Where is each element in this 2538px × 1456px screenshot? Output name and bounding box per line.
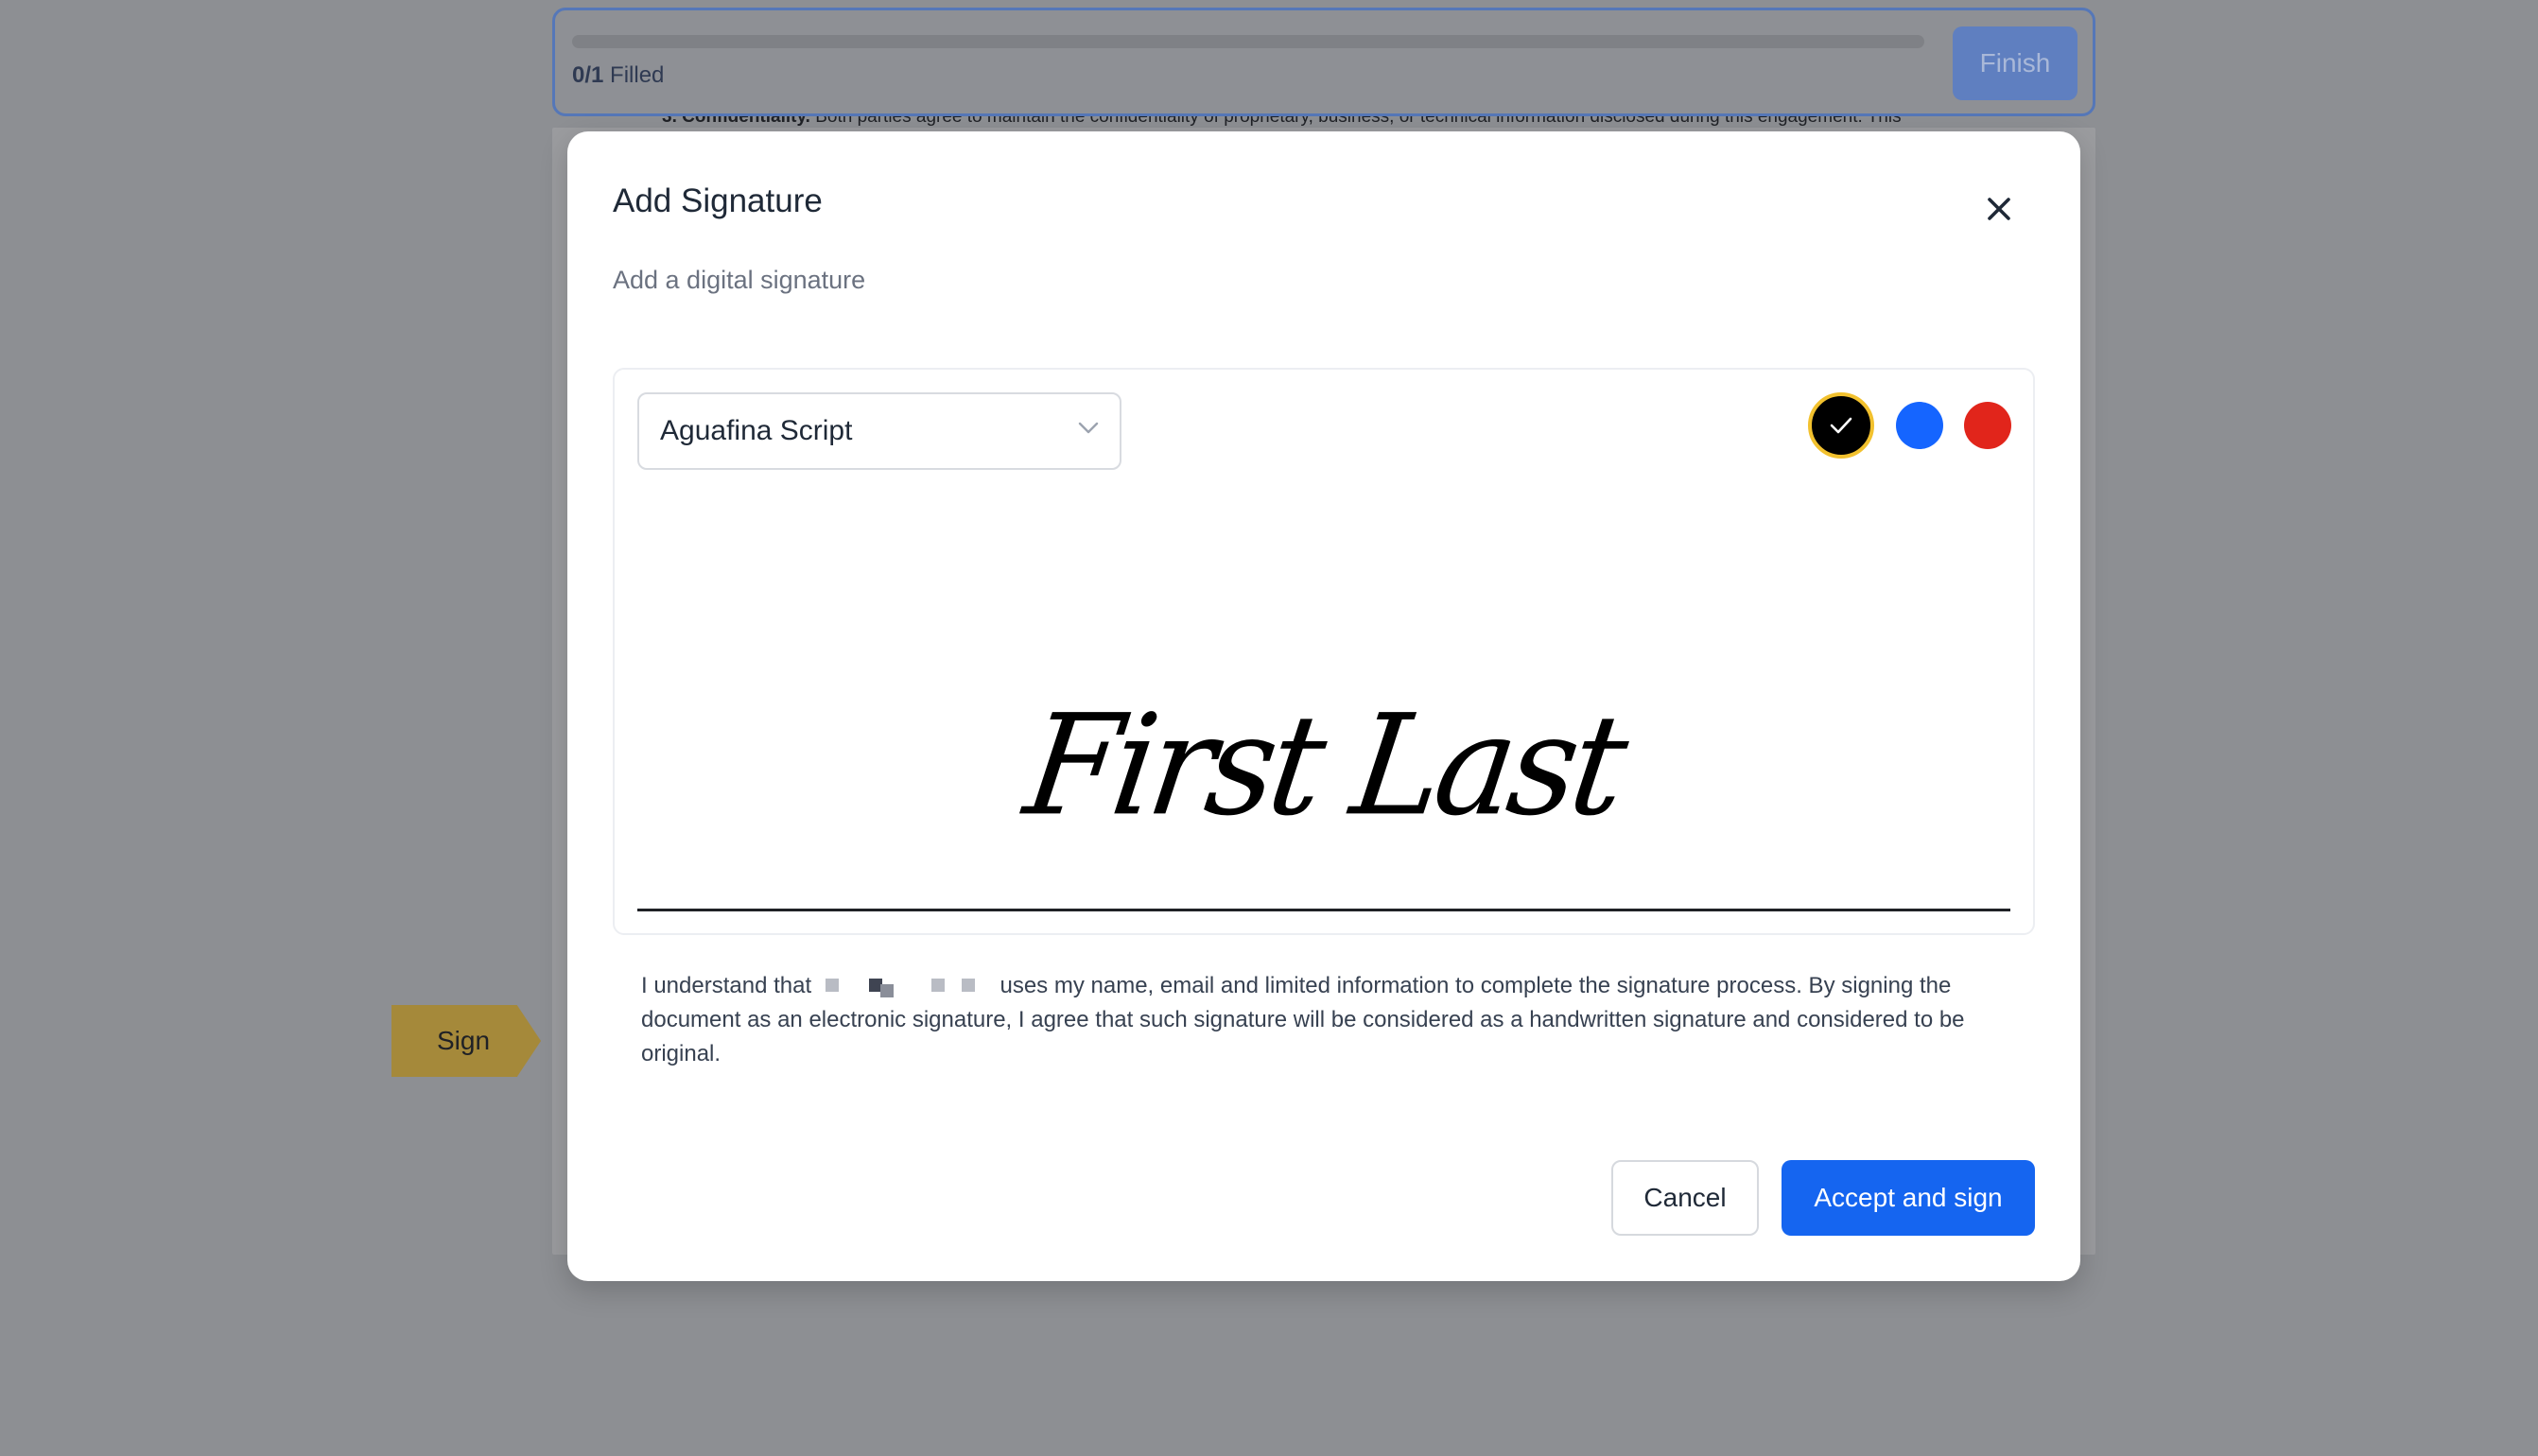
progress-status: 0/1 Filled — [572, 62, 664, 89]
sign-field-tag[interactable]: Sign — [391, 1005, 541, 1077]
consent-text: I understand that uses my name, email an… — [641, 973, 1965, 1066]
progress-panel: 0/1 Filled Finish — [552, 8, 2095, 116]
redacted-company-name — [825, 977, 986, 997]
color-swatch-black[interactable] — [1808, 392, 1874, 459]
accept-and-sign-button[interactable]: Accept and sign — [1782, 1160, 2035, 1236]
add-signature-dialog: Add Signature Add a digital signature Ag… — [567, 131, 2080, 1281]
signature-baseline — [637, 909, 2010, 911]
check-icon — [1830, 417, 1852, 434]
finish-button[interactable]: Finish — [1953, 26, 2077, 100]
signature-panel: Aguafina Script First Last — [613, 368, 2035, 935]
dialog-subtitle: Add a digital signature — [613, 266, 866, 294]
close-icon — [1988, 198, 2010, 220]
filled-label: Filled — [610, 62, 665, 88]
progress-bar — [572, 35, 1924, 48]
chevron-down-icon — [1078, 422, 1099, 434]
close-button[interactable] — [1978, 188, 2020, 230]
sign-tag-label: Sign — [437, 1026, 491, 1055]
font-select-value: Aguafina Script — [660, 415, 853, 446]
color-swatch-red[interactable] — [1964, 402, 2011, 449]
signature-preview: First Last — [1017, 685, 1632, 848]
color-swatch-blue[interactable] — [1896, 402, 1943, 449]
filled-count: 0/1 — [572, 62, 604, 88]
cancel-button[interactable]: Cancel — [1611, 1160, 1759, 1236]
font-select[interactable]: Aguafina Script — [637, 392, 1121, 470]
dialog-title: Add Signature — [613, 182, 823, 219]
